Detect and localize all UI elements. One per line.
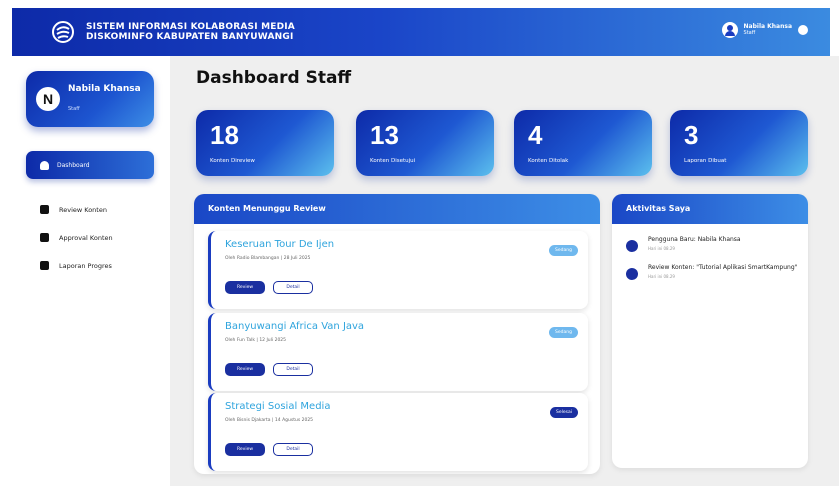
review-item: Keseruan Tour De Ijen Oleh Radio Blamban…	[208, 231, 588, 309]
stat-value: 4	[528, 120, 543, 150]
review-button[interactable]: Review	[225, 281, 265, 294]
sidebar-item-label: Approval Konten	[59, 233, 113, 242]
stat-card-laporan: 3 Laporan Dibuat	[670, 110, 808, 176]
activity-text: Review Konten: "Tutorial Aplikasi SmartK…	[648, 264, 798, 281]
review-item-meta: Oleh Bisnis Djakarta | 14 Agustus 2025	[225, 418, 314, 423]
sidebar-item-label: Laporan Progres	[59, 261, 112, 270]
review-item-title: Banyuwangi Africa Van Java	[225, 321, 365, 332]
page-title: Dashboard Staff	[196, 68, 352, 88]
stat-value: 18	[210, 120, 239, 150]
activity-panel-title: Aktivitas Saya	[612, 194, 808, 224]
detail-button[interactable]: Detail	[273, 363, 313, 376]
user-avatar-icon	[721, 22, 738, 38]
review-item: Banyuwangi Africa Van Java Oleh Fun Talk…	[208, 313, 588, 391]
activity-text: Pengguna Baru: Nabila Khansa Hari ini 08…	[648, 236, 798, 253]
review-panel: Konten Menunggu Review Keseruan Tour De …	[194, 194, 600, 474]
header-user-info: Nabila Khansa Staff	[743, 24, 792, 37]
detail-button[interactable]: Detail	[273, 281, 313, 294]
status-badge: Sedang	[549, 245, 578, 256]
app-title-line1: SISTEM INFORMASI KOLABORASI MEDIA	[86, 22, 295, 32]
review-item-title: Keseruan Tour De Ijen	[225, 239, 335, 250]
stat-label: Laporan Dibuat	[684, 158, 727, 164]
app-title: SISTEM INFORMASI KOLABORASI MEDIA DISKOM…	[86, 22, 295, 42]
sidebar-item-label: Dashboard	[57, 161, 90, 169]
review-item: Strategi Sosial Media Oleh Bisnis Djakar…	[208, 393, 588, 471]
activity-time: Hari ini 08.29	[648, 246, 675, 251]
clipboard-icon	[40, 205, 49, 214]
profile-name: Nabila Khansa	[68, 84, 141, 94]
profile-role: Staff	[68, 106, 80, 112]
stat-card-disetujui: 13 Konten Disetujui	[356, 110, 494, 176]
header-user-menu[interactable]: Nabila Khansa Staff	[721, 22, 808, 38]
sidebar-item-review-konten[interactable]: Review Konten	[40, 205, 107, 214]
stat-card-ditolak: 4 Konten Ditolak	[514, 110, 652, 176]
stat-label: Konten Direview	[210, 158, 255, 164]
profile-card: N Nabila Khansa Staff	[26, 71, 154, 127]
document-icon	[626, 268, 638, 280]
review-item-meta: Oleh Radio Blambangan | 28 Juli 2025	[225, 256, 311, 261]
sidebar-item-label: Review Konten	[59, 205, 107, 214]
logo-icon	[52, 21, 74, 43]
review-panel-title: Konten Menunggu Review	[194, 194, 600, 224]
status-badge: Selesai	[550, 407, 578, 418]
status-badge: Sedang	[549, 327, 578, 338]
review-item-title: Strategi Sosial Media	[225, 401, 331, 412]
home-icon	[40, 160, 49, 170]
sidebar-item-approval-konten[interactable]: Approval Konten	[40, 233, 113, 242]
stat-label: Konten Ditolak	[528, 158, 569, 164]
activity-panel: Aktivitas Saya Pengguna Baru: Nabila Kha…	[612, 194, 808, 468]
notification-icon[interactable]	[798, 25, 808, 35]
main-content: Dashboard Staff 18 Konten Direview 13 Ko…	[170, 56, 839, 486]
stat-value: 13	[370, 120, 399, 150]
review-item-meta: Oleh Fun Talk | 12 Juli 2025	[225, 338, 287, 343]
review-button[interactable]: Review	[225, 363, 265, 376]
stat-value: 3	[684, 120, 699, 150]
sidebar-item-dashboard[interactable]: Dashboard	[26, 151, 154, 179]
sidebar-item-laporan-progres[interactable]: Laporan Progres	[40, 261, 112, 270]
detail-button[interactable]: Detail	[273, 443, 313, 456]
review-button[interactable]: Review	[225, 443, 265, 456]
sidebar: N Nabila Khansa Staff Dashboard Review K…	[12, 63, 170, 486]
avatar: N	[36, 87, 60, 111]
activity-description: Review Konten: "Tutorial Aplikasi SmartK…	[648, 264, 798, 271]
app-title-line2: DISKOMINFO KABUPATEN BANYUWANGI	[86, 32, 294, 42]
user-icon	[626, 240, 638, 252]
stat-card-direview: 18 Konten Direview	[196, 110, 334, 176]
top-header: SISTEM INFORMASI KOLABORASI MEDIA DISKOM…	[12, 8, 830, 56]
header-user-role: Staff	[743, 30, 756, 36]
stat-label: Konten Disetujui	[370, 158, 416, 164]
activity-time: Hari ini 08.29	[648, 274, 675, 279]
activity-description: Pengguna Baru: Nabila Khansa	[648, 236, 741, 243]
report-icon	[40, 261, 49, 270]
check-icon	[40, 233, 49, 242]
